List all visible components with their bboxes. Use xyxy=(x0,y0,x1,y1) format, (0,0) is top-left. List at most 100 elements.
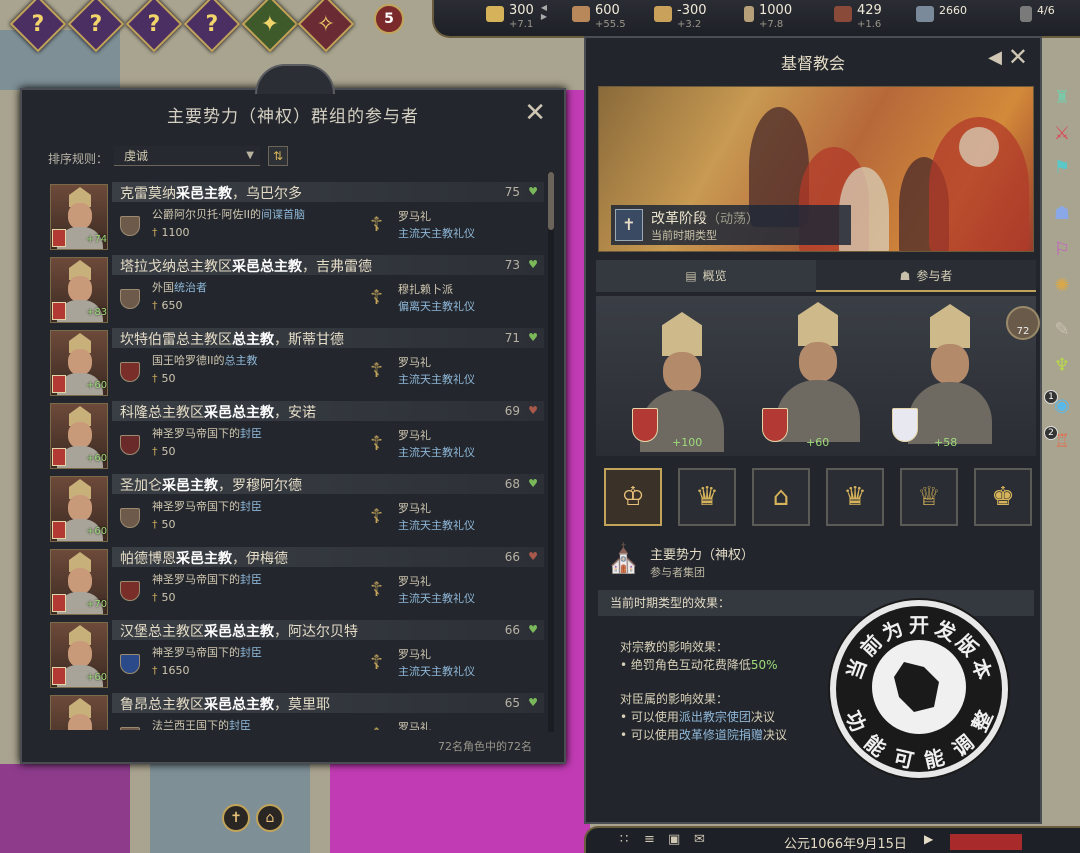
war-icon[interactable]: ⚔ xyxy=(1050,122,1074,146)
scrollbar-thumb[interactable] xyxy=(548,172,554,230)
character-name[interactable]: 汉堡总主教区采邑总主教，阿达尔贝特 xyxy=(120,621,358,641)
renown-resource[interactable]: 429 +1.6 xyxy=(834,3,882,31)
list-item[interactable]: +60 汉堡总主教区采邑总主教，阿达尔贝特 66 ♥ 神圣罗马帝国下的封臣 † 1… xyxy=(48,620,544,692)
era-phase[interactable]: ✝ 改革阶段（动荡） 当前时期类型 xyxy=(611,205,851,245)
title-link[interactable]: 统治者 xyxy=(174,281,207,294)
faith-name[interactable]: 罗马礼 xyxy=(398,646,431,662)
faith-name[interactable]: 罗马礼 xyxy=(398,500,431,516)
coat-of-arms[interactable] xyxy=(52,375,66,393)
character-name[interactable]: 克雷莫纳采邑主教，乌巴尔多 xyxy=(120,183,302,203)
religion-icon[interactable]: ✺ xyxy=(1050,274,1074,298)
schemes-icon[interactable]: ✎ xyxy=(1050,318,1074,342)
tab-participants[interactable]: ☗ 参与者 xyxy=(816,260,1036,292)
mitre-icon[interactable]: ⌂ xyxy=(752,468,810,526)
character-name[interactable]: 鲁昂总主教区采邑总主教，莫里耶 xyxy=(120,694,330,714)
dots-icon[interactable]: ∷ xyxy=(620,832,628,847)
rite-name[interactable]: 主流天主教礼仪 xyxy=(398,444,475,460)
speed-control[interactable] xyxy=(950,834,1022,850)
title-icon[interactable] xyxy=(120,216,140,236)
coat-of-arms[interactable] xyxy=(52,229,66,247)
rite-name[interactable]: 主流天主教礼仪 xyxy=(398,590,475,606)
title-link[interactable]: 间谍首脑 xyxy=(261,208,305,221)
faction-icon[interactable]: ⚑ xyxy=(1050,156,1074,180)
title-link[interactable]: 封臣 xyxy=(240,500,262,513)
title-link[interactable]: 封臣 xyxy=(229,719,251,730)
coat-of-arms[interactable] xyxy=(762,408,788,442)
list-item[interactable]: 鲁昂总主教区采邑总主教，莫里耶 65 ♥ 法兰西王国下的封臣 ☦ 罗马礼 xyxy=(48,693,544,730)
decision-link[interactable]: 改革修道院捐赠 xyxy=(679,728,763,742)
menu-icon[interactable]: ≡ xyxy=(644,832,655,847)
list-item[interactable]: +60 圣加仑采邑主教，罗穆阿尔德 68 ♥ 神圣罗马帝国下的封臣 † 50 ☦ … xyxy=(48,474,544,546)
rite-name[interactable]: 偏离天主教礼仪 xyxy=(398,298,475,314)
title-icon[interactable] xyxy=(120,654,140,674)
decisions-icon[interactable]: ♆ xyxy=(1050,354,1074,378)
title-icon[interactable] xyxy=(120,508,140,528)
rite-name[interactable]: 主流天主教礼仪 xyxy=(398,225,475,241)
rite-name[interactable]: 主流天主教礼仪 xyxy=(398,371,475,387)
title-icon[interactable] xyxy=(120,581,140,601)
court-icon[interactable]: ☗ xyxy=(1050,202,1074,226)
levy-resource[interactable]: 2660 xyxy=(916,3,967,22)
prestige-resource[interactable]: -300 +3.2 xyxy=(654,3,707,31)
coat-of-arms[interactable] xyxy=(52,594,66,612)
character-name[interactable]: 科隆总主教区采邑总主教，安诺 xyxy=(120,402,316,422)
sort-dropdown[interactable]: 虔诚 ▼ xyxy=(114,146,260,166)
close-icon[interactable]: ✕ xyxy=(1008,43,1028,71)
rite-name[interactable]: 主流天主教礼仪 xyxy=(398,663,475,679)
coat-of-arms[interactable] xyxy=(52,302,66,320)
treasury-resource[interactable]: 600 +55.5 xyxy=(572,3,626,31)
title-link[interactable]: 封臣 xyxy=(240,427,262,440)
cross-icon[interactable]: ✝ xyxy=(222,804,250,832)
list-item[interactable]: +74 克雷莫纳采邑主教，乌巴尔多 75 ♥ 公爵阿尔贝托·阿佐II的间谍首脑 … xyxy=(48,182,544,254)
list-item[interactable]: +60 科隆总主教区采邑总主教，安诺 69 ♥ 神圣罗马帝国下的封臣 † 50 ☦… xyxy=(48,401,544,473)
participant-count-badge[interactable]: 72 xyxy=(1006,306,1040,340)
sort-order-button[interactable]: ⇅ xyxy=(268,146,288,166)
character-portrait[interactable] xyxy=(50,695,108,730)
back-icon[interactable]: ◀ xyxy=(988,47,1002,68)
title-link[interactable]: 总主教 xyxy=(225,354,258,367)
coat-of-arms[interactable] xyxy=(632,408,658,442)
coat-of-arms[interactable] xyxy=(52,521,66,539)
domain-limit[interactable]: 4/6 xyxy=(1020,3,1055,22)
gold-resource[interactable]: 300 +7.1 ◀ ▶ xyxy=(486,3,547,31)
tab-overview[interactable]: ▤ 概览 xyxy=(596,260,816,292)
church-icon[interactable]: ⌂ xyxy=(256,804,284,832)
character-name[interactable]: 圣加仑采邑主教，罗穆阿尔德 xyxy=(120,475,302,495)
list-item[interactable]: +83 塔拉戈纳总主教区采邑总主教，吉弗雷德 73 ♥ 外国统治者 † 650 ☦… xyxy=(48,255,544,327)
rite-name[interactable]: 主流天主教礼仪 xyxy=(398,517,475,533)
title-icon[interactable] xyxy=(120,289,140,309)
piety-resource[interactable]: 1000 +7.8 xyxy=(744,3,792,31)
character-name[interactable]: 坎特伯雷总主教区总主教，斯蒂甘德 xyxy=(120,329,344,349)
faith-name[interactable]: 罗马礼 xyxy=(398,427,431,443)
crown-icon[interactable]: ♛ xyxy=(678,468,736,526)
character-name[interactable]: 帕德博恩采邑主教，伊梅德 xyxy=(120,548,288,568)
alert-count-badge[interactable]: 5 xyxy=(374,4,404,34)
title-link[interactable]: 封臣 xyxy=(240,646,262,659)
title-icon[interactable] xyxy=(120,435,140,455)
decision-link[interactable]: 派出教宗使团 xyxy=(679,710,751,724)
messages-icon[interactable]: ✉ xyxy=(694,832,705,847)
coat-of-arms[interactable] xyxy=(52,448,66,466)
realm-icon[interactable]: ♜ xyxy=(1050,86,1074,110)
mitre-crown-icon[interactable]: ♔ xyxy=(604,468,662,526)
chevron-icon[interactable]: ◀ ▶ xyxy=(541,3,547,21)
coat-of-arms[interactable] xyxy=(892,408,918,442)
culture-icon[interactable]: ⚐ xyxy=(1050,238,1074,262)
helmet-crown-icon[interactable]: ♕ xyxy=(900,468,958,526)
faith-name[interactable]: 穆扎赖卜派 xyxy=(398,281,453,297)
scrollbar[interactable] xyxy=(548,172,554,732)
close-icon[interactable]: ✕ xyxy=(524,98,546,128)
faith-name[interactable]: 罗马礼 xyxy=(398,719,431,730)
crown-icon[interactable]: ♛ xyxy=(826,468,884,526)
flame-crown-icon[interactable]: ♚ xyxy=(974,468,1032,526)
play-icon[interactable]: ▶ xyxy=(924,832,933,846)
character-name[interactable]: 塔拉戈纳总主教区采邑总主教，吉弗雷德 xyxy=(120,256,372,276)
faith-name[interactable]: 罗马礼 xyxy=(398,573,431,589)
title-icon[interactable] xyxy=(120,362,140,382)
faith-name[interactable]: 罗马礼 xyxy=(398,354,431,370)
title-icon[interactable] xyxy=(120,727,140,730)
book-icon[interactable]: ▣ xyxy=(668,832,680,847)
faith-name[interactable]: 罗马礼 xyxy=(398,208,431,224)
title-link[interactable]: 封臣 xyxy=(240,573,262,586)
coat-of-arms[interactable] xyxy=(52,667,66,685)
